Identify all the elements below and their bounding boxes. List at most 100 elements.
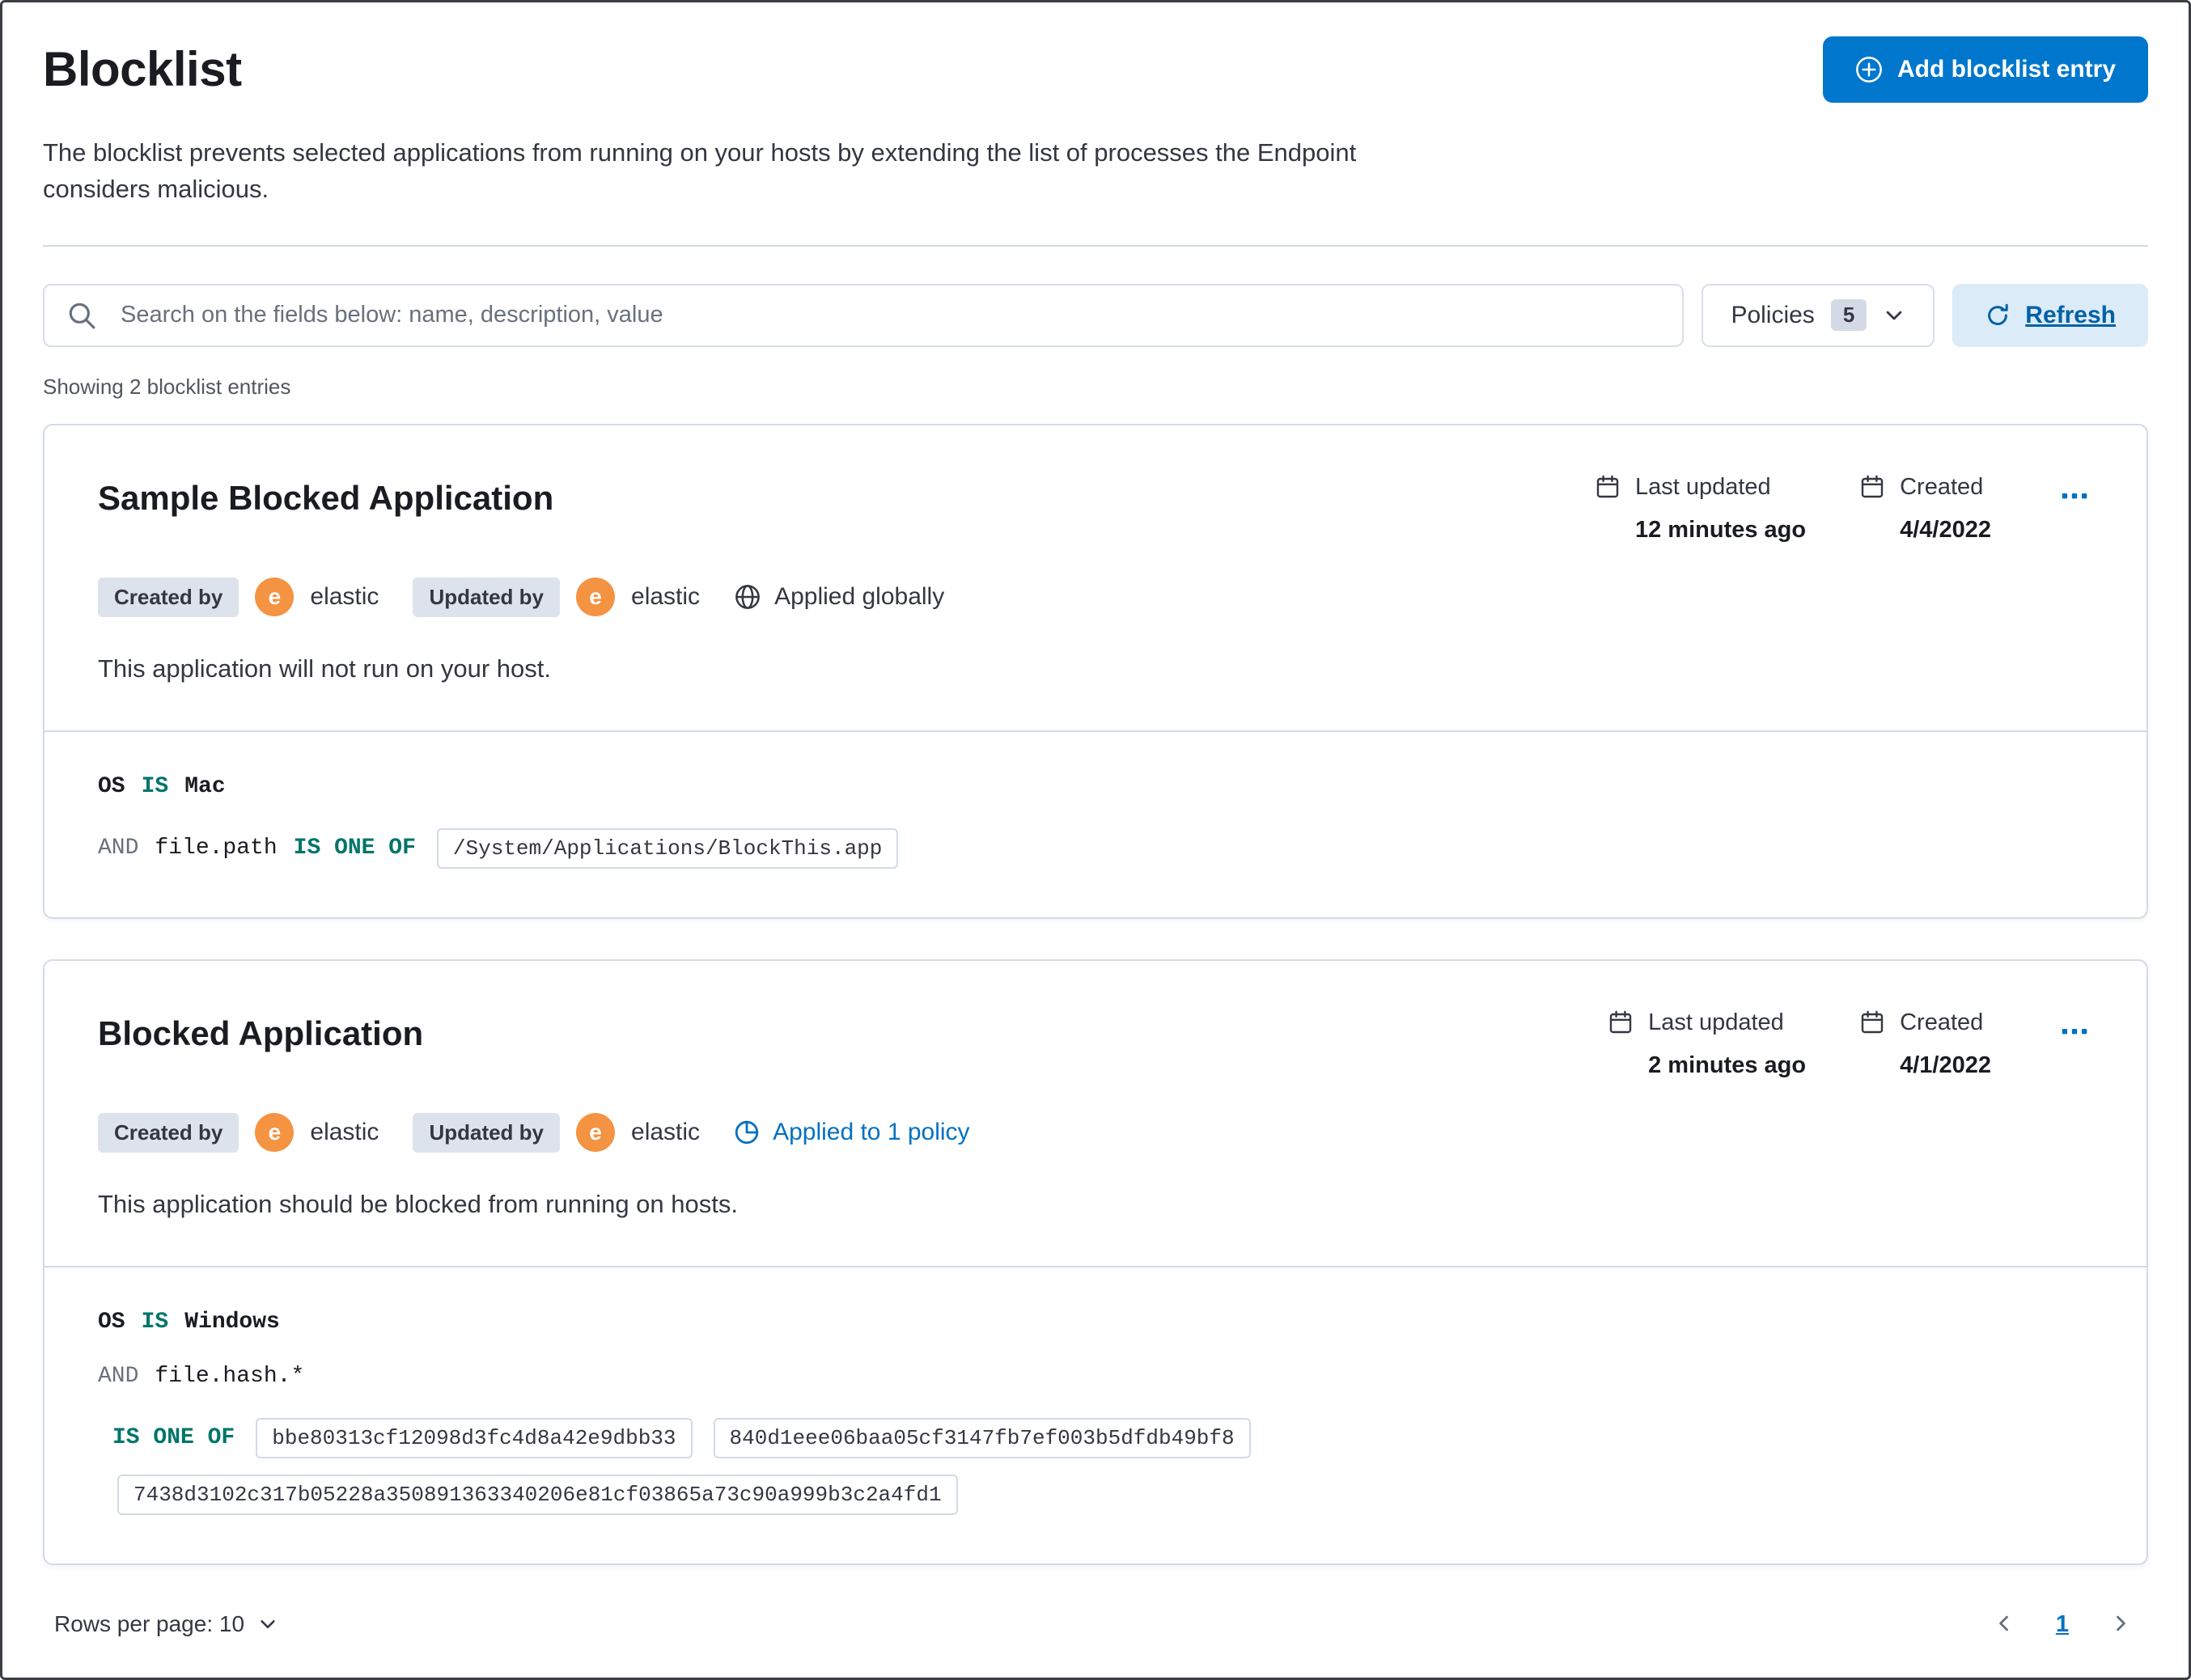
chevron-right-icon	[2109, 1612, 2132, 1635]
created-by-badge: Created by	[98, 577, 239, 617]
blocklist-entry-card-2: Blocked Application Last updated 2 minut…	[43, 958, 2148, 1565]
condition-field: OS	[98, 1309, 125, 1335]
condition-field: OS	[98, 773, 125, 799]
entry-1-actions-menu-button[interactable]	[2056, 474, 2093, 520]
page-title: Blocklist	[43, 42, 242, 96]
entry-1-attribution: Created by e elastic Updated by e elasti…	[98, 577, 2093, 617]
boxes-horizontal-icon	[2061, 482, 2088, 510]
avatar: e	[576, 1113, 616, 1153]
rows-per-page-selector[interactable]: Rows per page: 10	[54, 1611, 278, 1637]
created-by-badge: Created by	[98, 1112, 239, 1153]
page-1-button[interactable]: 1	[2056, 1611, 2069, 1638]
entry-2-last-updated: Last updated 2 minutes ago	[1608, 1009, 1806, 1079]
policies-dropdown[interactable]: Policies 5	[1702, 283, 1935, 347]
blocklist-entry-card-1: Sample Blocked Application Last updated …	[43, 423, 2148, 919]
entry-2-attribution: Created by e elastic Updated by e elasti…	[98, 1112, 2093, 1153]
condition-operator: IS ONE OF	[293, 836, 416, 861]
avatar: e	[576, 578, 616, 617]
condition-conjunction: AND	[98, 1363, 139, 1389]
partial-policy-icon	[734, 1119, 760, 1145]
next-page-button[interactable]	[2104, 1607, 2137, 1642]
updated-by-username: elastic	[631, 583, 701, 611]
chevron-left-icon	[1993, 1612, 2015, 1635]
chevron-down-icon	[1883, 304, 1905, 327]
condition-line: OS IS Windows	[98, 1310, 2093, 1335]
entry-2-description: This application should be blocked from …	[98, 1189, 738, 1218]
search-input[interactable]	[43, 283, 1685, 347]
rows-per-page-label: Rows per page: 10	[54, 1611, 245, 1637]
condition-line: IS ONE OF bbe80313cf12098d3fc4d8a42e9dbb…	[98, 1417, 2093, 1515]
condition-field: file.path	[155, 836, 278, 861]
created-value: 4/4/2022	[1900, 516, 1991, 543]
entry-2-criteria: OS IS Windows AND file.hash.* IS ONE OF …	[44, 1265, 2147, 1564]
updated-by-username: elastic	[631, 1119, 701, 1146]
condition-field: file.hash.*	[155, 1363, 305, 1389]
condition-line: OS IS Mac	[98, 774, 2093, 799]
table-footer: Rows per page: 10 1	[43, 1607, 2148, 1642]
condition-value: Mac	[184, 773, 226, 799]
page-header: Blocklist Add blocklist entry	[43, 36, 2148, 103]
condition-operator: IS	[141, 773, 169, 799]
condition-value-chip: /System/Applications/BlockThis.app	[436, 827, 899, 869]
created-label: Created	[1900, 1009, 1984, 1035]
avatar: e	[255, 578, 295, 617]
last-updated-value: 2 minutes ago	[1648, 1052, 1807, 1078]
entry-1-criteria: OS IS Mac AND file.path IS ONE OF /Syste…	[44, 730, 2147, 917]
updated-by-badge: Updated by	[413, 577, 561, 617]
search-box	[43, 283, 1685, 347]
condition-value-chip: 840d1eee06baa05cf3147fb7ef003b5dfdb49bf8	[713, 1417, 1251, 1458]
pagination: 1	[1988, 1607, 2137, 1642]
previous-page-button[interactable]	[1988, 1607, 2020, 1642]
toolbar: Policies 5 Refresh	[43, 283, 2148, 347]
entry-1-created: Created 4/4/2022	[1859, 474, 1991, 544]
entry-1-last-updated: Last updated 12 minutes ago	[1595, 474, 1806, 544]
add-blocklist-entry-button[interactable]: Add blocklist entry	[1822, 36, 2148, 103]
search-icon	[69, 303, 95, 329]
entry-1-description: This application will not run on your ho…	[98, 654, 552, 683]
entry-2-actions-menu-button[interactable]	[2056, 1009, 2093, 1056]
add-blocklist-entry-label: Add blocklist entry	[1896, 56, 2116, 83]
condition-value: Windows	[184, 1309, 280, 1335]
policies-count-badge: 5	[1830, 299, 1867, 332]
condition-operator: IS	[141, 1309, 169, 1335]
results-count: Showing 2 blocklist entries	[43, 374, 291, 399]
entry-1-meta: Last updated 12 minutes ago Created 4/4/…	[1595, 466, 2093, 544]
entry-2-scope-label: Applied to 1 policy	[773, 1119, 970, 1146]
policies-dropdown-label: Policies	[1731, 301, 1815, 328]
condition-conjunction: AND	[98, 836, 139, 861]
last-updated-label: Last updated	[1648, 1009, 1784, 1035]
refresh-label: Refresh	[2025, 301, 2116, 328]
condition-line: AND file.hash.*	[98, 1364, 2093, 1389]
page-description: The blocklist prevents selected applicat…	[43, 138, 1357, 203]
blocklist-page: Blocklist Add blocklist entry The blockl…	[0, 0, 2191, 1680]
condition-operator: IS ONE OF	[112, 1425, 235, 1451]
entry-1-scope: Applied globally	[734, 583, 944, 611]
updated-by-badge: Updated by	[413, 1112, 561, 1153]
calendar-icon	[1859, 1009, 1885, 1035]
avatar: e	[255, 1113, 295, 1153]
globe-icon	[734, 583, 761, 611]
calendar-icon	[1595, 474, 1621, 500]
created-label: Created	[1900, 473, 1984, 500]
entry-1-summary: Sample Blocked Application Last updated …	[44, 425, 2147, 730]
created-by-username: elastic	[310, 1119, 379, 1146]
calendar-icon	[1859, 474, 1885, 500]
last-updated-value: 12 minutes ago	[1634, 516, 1807, 543]
refresh-icon	[1985, 303, 2011, 328]
entry-2-title: Blocked Application	[98, 1014, 424, 1052]
condition-value-chip: bbe80313cf12098d3fc4d8a42e9dbb33	[256, 1417, 693, 1458]
last-updated-label: Last updated	[1634, 473, 1771, 500]
created-value: 4/1/2022	[1900, 1052, 1991, 1078]
plus-circle-icon	[1855, 56, 1883, 83]
refresh-button[interactable]: Refresh	[1952, 283, 2148, 347]
applied-policies-link[interactable]: Applied to 1 policy	[734, 1119, 970, 1146]
entry-1-scope-label: Applied globally	[774, 583, 945, 611]
header-divider	[43, 244, 2148, 247]
boxes-horizontal-icon	[2061, 1018, 2088, 1045]
entry-2-created: Created 4/1/2022	[1859, 1009, 1991, 1079]
calendar-icon	[1608, 1009, 1634, 1035]
entry-2-summary: Blocked Application Last updated 2 minut…	[44, 961, 2147, 1266]
condition-value-chip: 7438d3102c317b05228a350891363340206e81cf…	[117, 1474, 958, 1515]
condition-line: AND file.path IS ONE OF /System/Applicat…	[98, 827, 2093, 869]
entry-2-meta: Last updated 2 minutes ago Created 4/1/2…	[1608, 1001, 2093, 1079]
